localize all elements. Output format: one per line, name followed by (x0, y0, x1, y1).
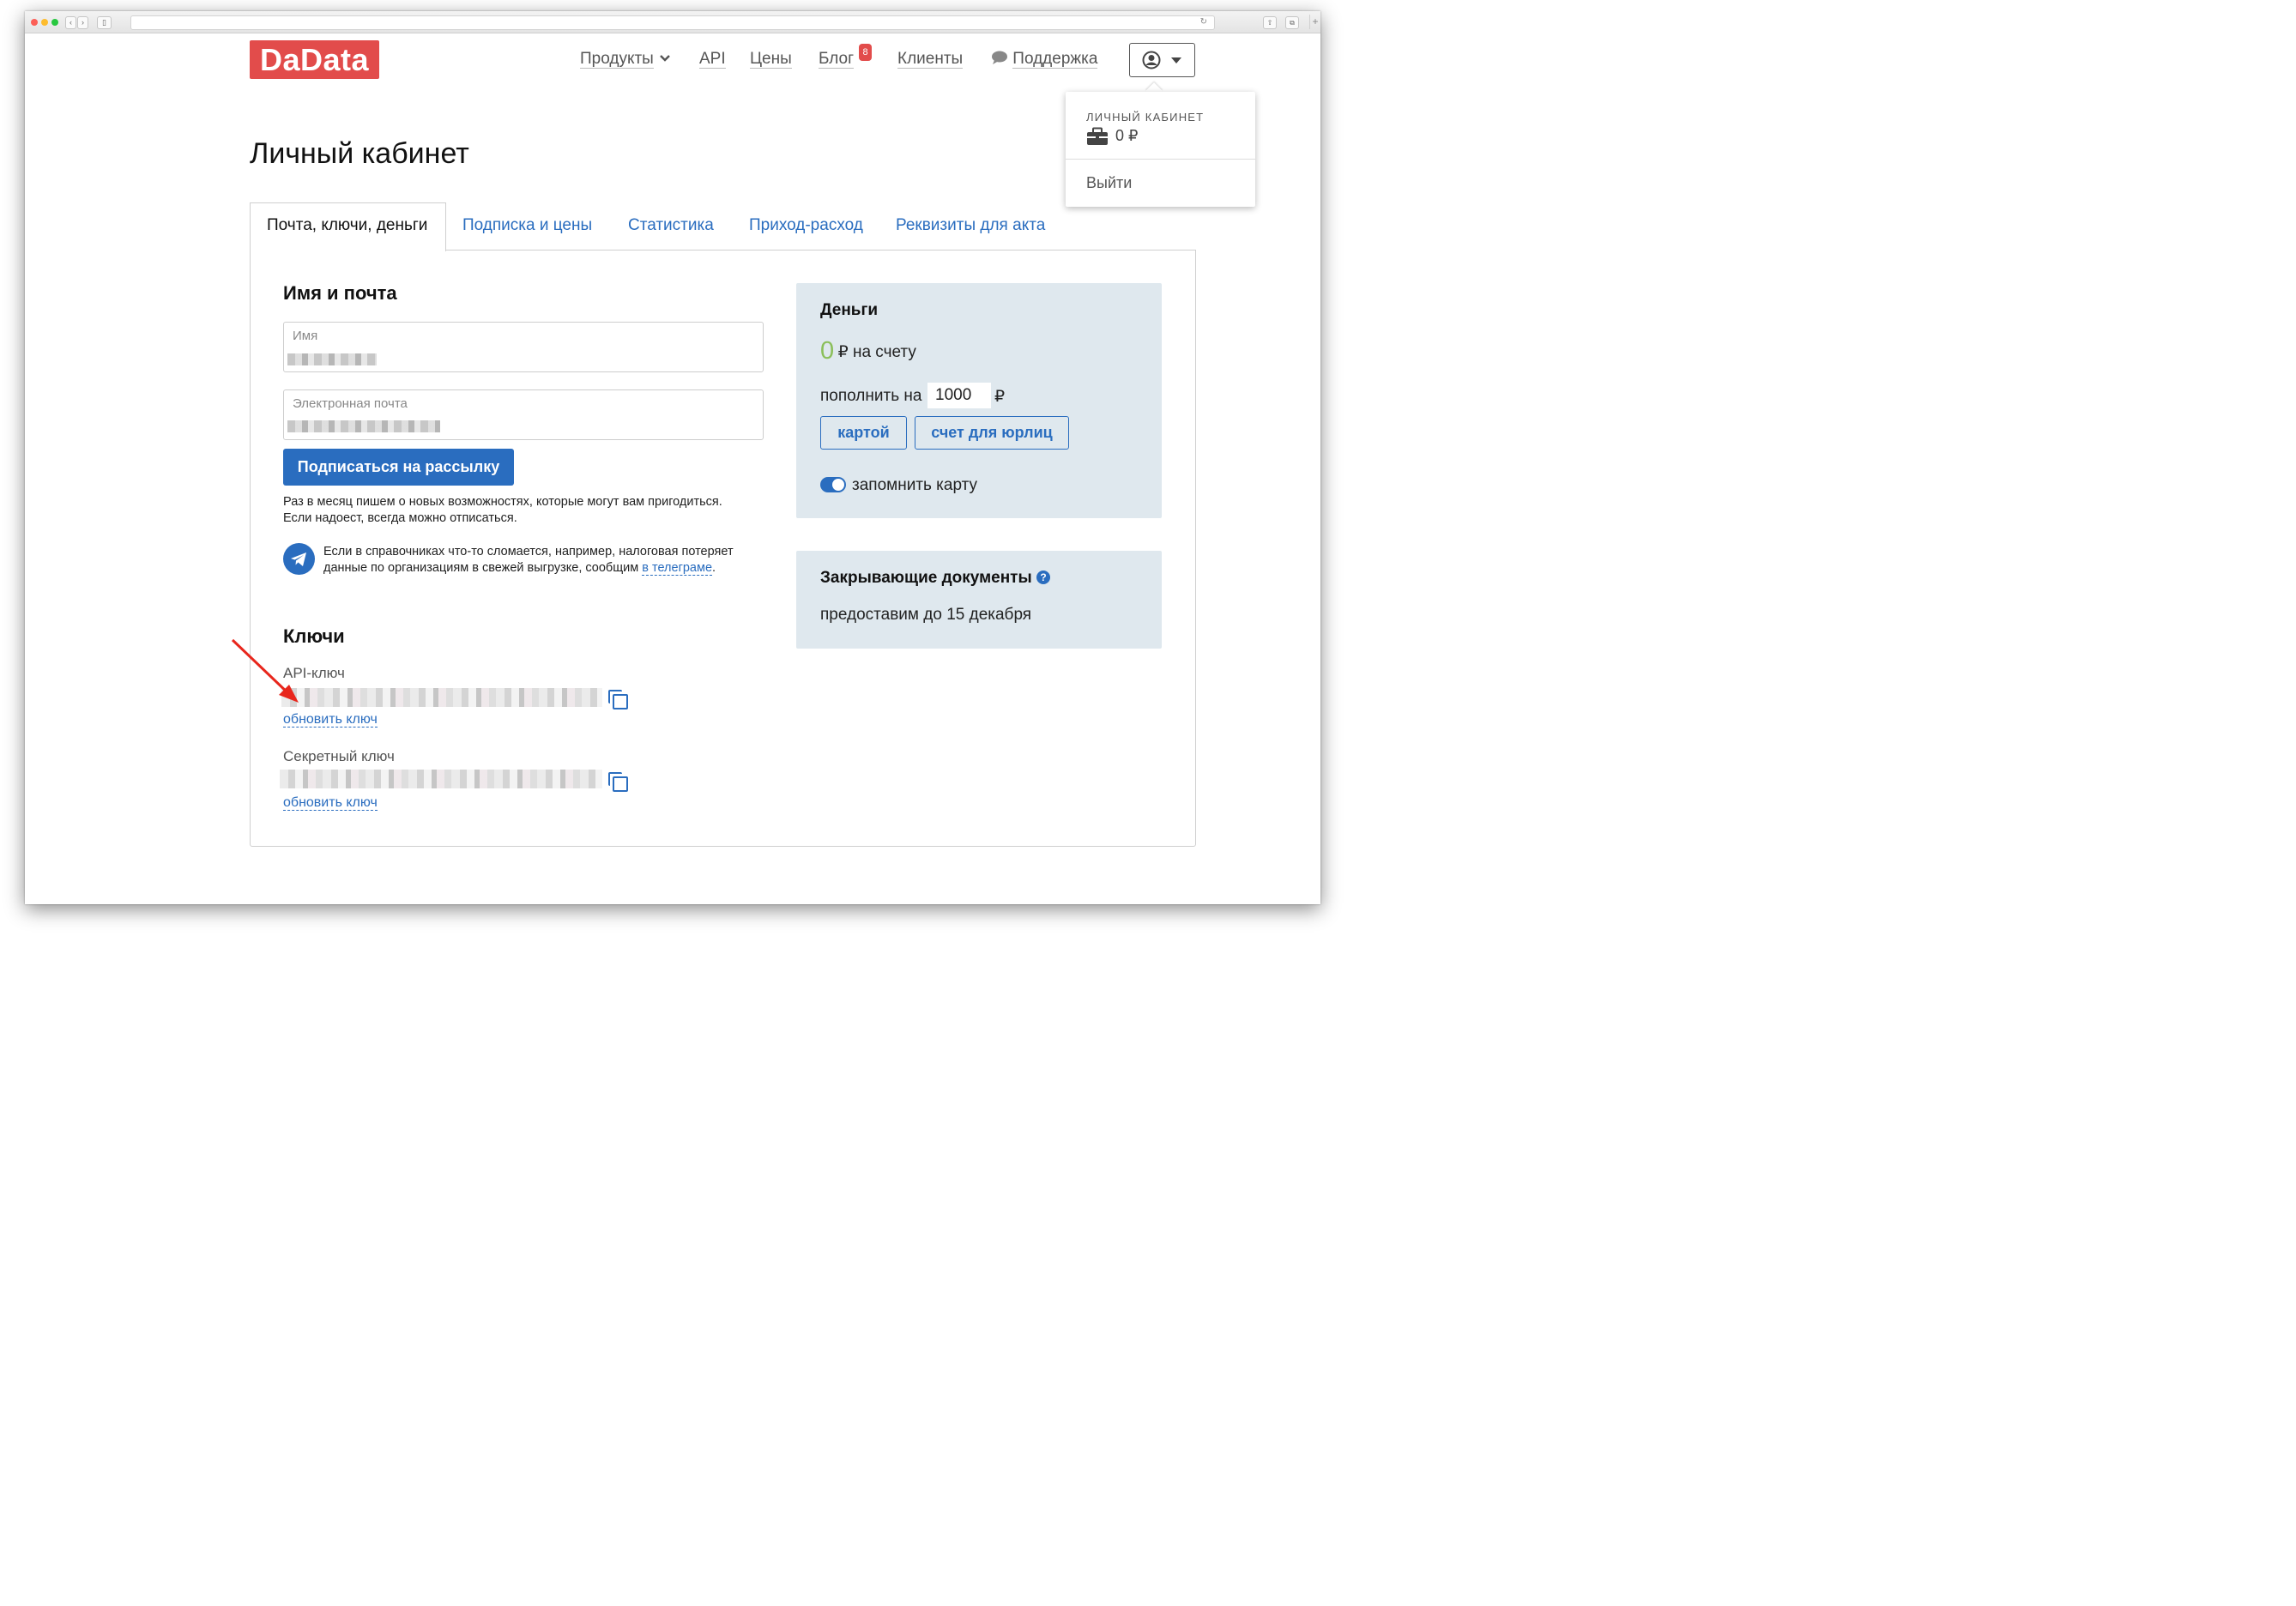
secret-key-redacted-value (280, 770, 602, 788)
nav-products-label: Продукты (580, 50, 654, 69)
email-field-label: Электронная почта (293, 396, 408, 411)
telegram-icon (283, 543, 315, 575)
secret-key-label: Секретный ключ (283, 748, 395, 764)
chat-bubble-icon (992, 51, 1007, 64)
api-key-redacted-value (281, 688, 602, 707)
subscribe-button[interactable]: Подписаться на рассылку (283, 449, 514, 486)
money-balance-value: 0 (820, 337, 835, 365)
remember-card-label: запомнить карту (852, 476, 978, 494)
logout-menu-item[interactable]: Выйти (1086, 174, 1132, 192)
user-dropdown-menu: ЛИЧНЫЙ КАБИНЕТ 0 ₽ Выйти (1066, 92, 1255, 207)
topup-label: пополнить на (820, 387, 922, 405)
nav-api[interactable]: API (699, 50, 726, 69)
nav-clients-label: Клиенты (897, 50, 964, 69)
caret-down-icon (1171, 57, 1181, 63)
sidebar-icon[interactable]: ▯ (97, 16, 112, 29)
nav-clients[interactable]: Клиенты (897, 50, 964, 69)
nav-support-label: Поддержка (1012, 50, 1098, 69)
tab-statistics[interactable]: Статистика (628, 216, 714, 235)
nav-prices[interactable]: Цены (750, 50, 792, 69)
dropdown-section-title: ЛИЧНЫЙ КАБИНЕТ (1086, 111, 1205, 124)
secret-key-refresh-label: обновить ключ (283, 795, 378, 811)
toggle-knob (832, 479, 844, 491)
name-redacted-value (287, 353, 377, 365)
chevron-down-icon (660, 55, 670, 62)
nav-support[interactable]: Поддержка (991, 50, 1098, 69)
briefcase-icon (1087, 127, 1108, 145)
dadata-logo[interactable]: DaData (250, 40, 379, 79)
nav-blog[interactable]: Блог (819, 50, 855, 69)
subscribe-note-line-1: Раз в месяц пишем о новых возможностях, … (283, 495, 722, 509)
tab-mail-keys-money[interactable]: Почта, ключи, деньги (250, 202, 446, 251)
profile-heading: Имя и почта (283, 282, 397, 304)
annotation-arrow (231, 638, 299, 703)
email-field[interactable]: Электронная почта (283, 389, 764, 440)
help-icon[interactable]: ? (1036, 571, 1050, 584)
name-field[interactable]: Имя (283, 322, 764, 372)
secret-key-copy-icon[interactable] (608, 772, 628, 792)
closing-docs-text: предоставим до 15 декабря (820, 606, 1032, 624)
email-redacted-value (287, 420, 440, 432)
dropdown-balance-value: 0 ₽ (1115, 127, 1139, 144)
money-heading: Деньги (820, 301, 879, 319)
money-balance: 0 ₽ на счету (820, 337, 916, 365)
subscribe-note: Раз в месяц пишем о новых возможностях, … (283, 494, 722, 527)
address-bar[interactable]: ↻ (130, 15, 1215, 30)
tab-income-expense[interactable]: Приход-расход (749, 216, 863, 235)
nav-api-label: API (699, 50, 726, 69)
tabs-icon[interactable]: ⧉ (1285, 16, 1299, 29)
browser-toolbar: ‹ › ▯ ↻ ⇧ ⧉ + (25, 11, 1320, 33)
closing-docs-card (796, 551, 1162, 649)
money-balance-suffix: ₽ на счету (837, 343, 916, 361)
closing-docs-heading-text: Закрывающие документы (820, 569, 1032, 587)
subscribe-note-line-2: Если надоест, всегда можно отписаться. (283, 511, 517, 525)
new-tab-icon[interactable]: + (1309, 15, 1320, 29)
tab-mail-keys-money-label: Почта, ключи, деньги (267, 216, 428, 234)
nav-blog-label: Блог (819, 50, 855, 69)
topup-currency: ₽ (994, 388, 1006, 406)
closing-docs-heading: Закрывающие документы ? (820, 569, 1050, 588)
reload-icon[interactable]: ↻ (1200, 17, 1207, 27)
minimize-window-icon[interactable] (41, 19, 48, 26)
name-field-label: Имя (293, 329, 318, 343)
tab-subscription[interactable]: Подписка и цены (462, 216, 592, 235)
tab-act-details[interactable]: Реквизиты для акта (896, 216, 1045, 235)
back-icon[interactable]: ‹ (65, 16, 76, 29)
nav-products[interactable]: Продукты (580, 50, 670, 69)
telegram-link[interactable]: в телеграме (642, 561, 713, 576)
blog-badge: 8 (859, 44, 872, 61)
invoice-button[interactable]: счет для юрлиц (915, 416, 1069, 450)
secret-key-refresh-link[interactable]: обновить ключ (283, 795, 378, 811)
user-menu-button[interactable] (1129, 43, 1195, 77)
page-title: Личный кабинет (250, 137, 469, 170)
user-avatar-icon (1142, 51, 1161, 69)
forward-icon[interactable]: › (77, 16, 88, 29)
topup-amount-input[interactable]: 1000 (927, 383, 991, 408)
close-window-icon[interactable] (31, 19, 38, 26)
maximize-window-icon[interactable] (51, 19, 58, 26)
share-icon[interactable]: ⇧ (1263, 16, 1277, 29)
api-key-copy-icon[interactable] (608, 690, 628, 709)
telegram-note-line-2: данные по организациям в свежей выгрузке… (323, 561, 643, 575)
remember-card-toggle[interactable] (820, 477, 846, 492)
dropdown-divider (1066, 159, 1255, 160)
telegram-note-end: . (712, 561, 716, 575)
pay-by-card-button[interactable]: картой (820, 416, 907, 450)
telegram-note-line-1: Если в справочниках что-то сломается, на… (323, 545, 734, 558)
nav-prices-label: Цены (750, 50, 792, 69)
telegram-note: Если в справочниках что-то сломается, на… (323, 544, 734, 577)
